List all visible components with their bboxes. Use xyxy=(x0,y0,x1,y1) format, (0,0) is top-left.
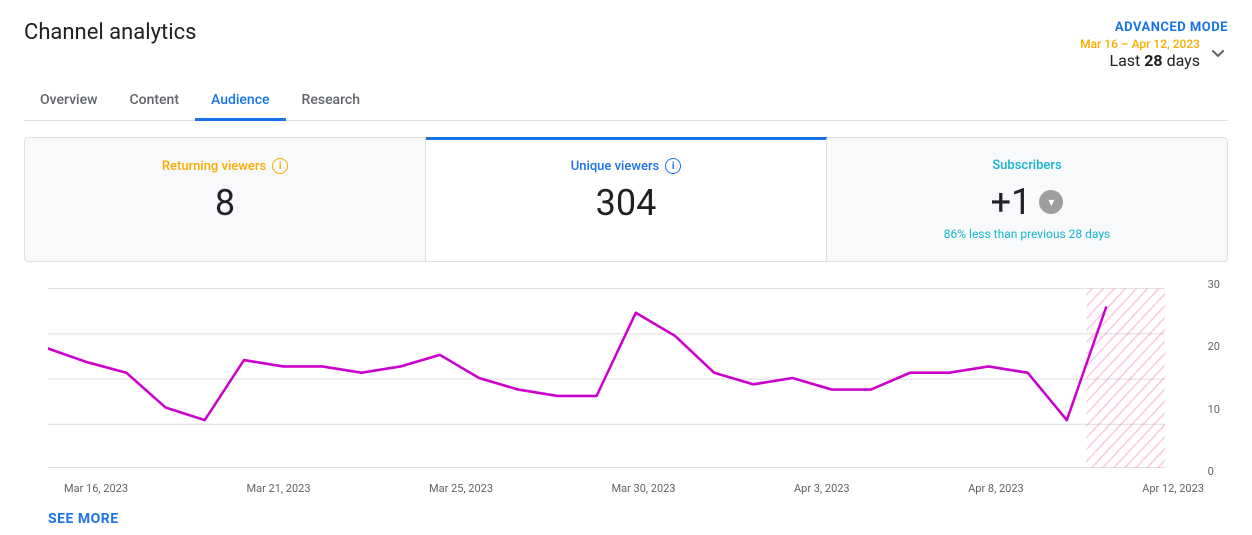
date-range-dropdown[interactable] xyxy=(1208,44,1228,64)
tabs-row: Overview Content Audience Research xyxy=(24,82,1228,121)
metric-value-returning-viewers: 8 xyxy=(49,182,401,224)
metric-value-unique-viewers: 304 xyxy=(450,182,802,224)
chart-line xyxy=(48,307,1106,420)
metric-sub-subscribers: 86% less than previous 28 days xyxy=(851,227,1203,241)
metric-label-unique-viewers: Unique viewers i xyxy=(450,158,802,174)
chart-area: 30 20 10 0 xyxy=(24,262,1228,503)
metric-label-returning-viewers: Returning viewers i xyxy=(49,158,401,174)
subscribers-down-icon: ▾ xyxy=(1039,190,1063,214)
y-label-0: 0 xyxy=(1208,465,1220,478)
date-range-sub: Mar 16 – Apr 12, 2023 xyxy=(1080,37,1200,51)
header-row: Channel analytics ADVANCED MODE Mar 16 –… xyxy=(24,20,1228,70)
metric-card-subscribers[interactable]: Subscribers +1 ▾ 86% less than previous … xyxy=(827,138,1227,261)
tab-research[interactable]: Research xyxy=(286,82,376,121)
x-label-5: Apr 8, 2023 xyxy=(968,482,1024,495)
page-title: Channel analytics xyxy=(24,20,196,45)
x-label-1: Mar 21, 2023 xyxy=(247,482,311,495)
metric-value-subscribers: +1 xyxy=(991,181,1032,223)
unique-viewers-info-icon[interactable]: i xyxy=(665,158,681,174)
date-range-row: Mar 16 – Apr 12, 2023 Last 28 days xyxy=(1080,37,1228,70)
chart-wrapper: 30 20 10 0 xyxy=(24,278,1228,478)
chart-y-labels: 30 20 10 0 xyxy=(1208,278,1220,478)
header-right: ADVANCED MODE Mar 16 – Apr 12, 2023 Last… xyxy=(1080,20,1228,70)
chart-x-labels: Mar 16, 2023 Mar 21, 2023 Mar 25, 2023 M… xyxy=(24,478,1228,503)
tab-overview[interactable]: Overview xyxy=(24,82,113,121)
metric-value-row-subscribers: +1 ▾ xyxy=(851,181,1203,223)
returning-viewers-info-icon[interactable]: i xyxy=(272,158,288,174)
y-label-20: 20 xyxy=(1208,340,1220,353)
x-label-2: Mar 25, 2023 xyxy=(429,482,493,495)
x-label-4: Apr 3, 2023 xyxy=(794,482,850,495)
x-label-6: Apr 12, 2023 xyxy=(1142,482,1204,495)
date-range-block: Mar 16 – Apr 12, 2023 Last 28 days xyxy=(1080,37,1200,70)
page-container: Channel analytics ADVANCED MODE Mar 16 –… xyxy=(0,0,1252,535)
date-range-main: Last 28 days xyxy=(1080,51,1200,70)
tab-audience[interactable]: Audience xyxy=(195,82,286,121)
date-range-days: 28 xyxy=(1144,51,1162,70)
advanced-mode-button[interactable]: ADVANCED MODE xyxy=(1115,20,1228,35)
y-label-30: 30 xyxy=(1208,278,1220,291)
x-label-3: Mar 30, 2023 xyxy=(612,482,676,495)
metric-card-unique-viewers[interactable]: Unique viewers i 304 xyxy=(426,137,827,261)
metric-card-returning-viewers[interactable]: Returning viewers i 8 xyxy=(25,138,426,261)
metrics-section: Returning viewers i 8 Unique viewers i 3… xyxy=(24,137,1228,262)
tab-content[interactable]: Content xyxy=(113,82,195,121)
y-label-10: 10 xyxy=(1208,403,1220,416)
x-label-0: Mar 16, 2023 xyxy=(64,482,128,495)
chart-svg xyxy=(48,278,1204,478)
see-more-button[interactable]: SEE MORE xyxy=(24,503,119,535)
metric-label-subscribers: Subscribers xyxy=(851,158,1203,173)
